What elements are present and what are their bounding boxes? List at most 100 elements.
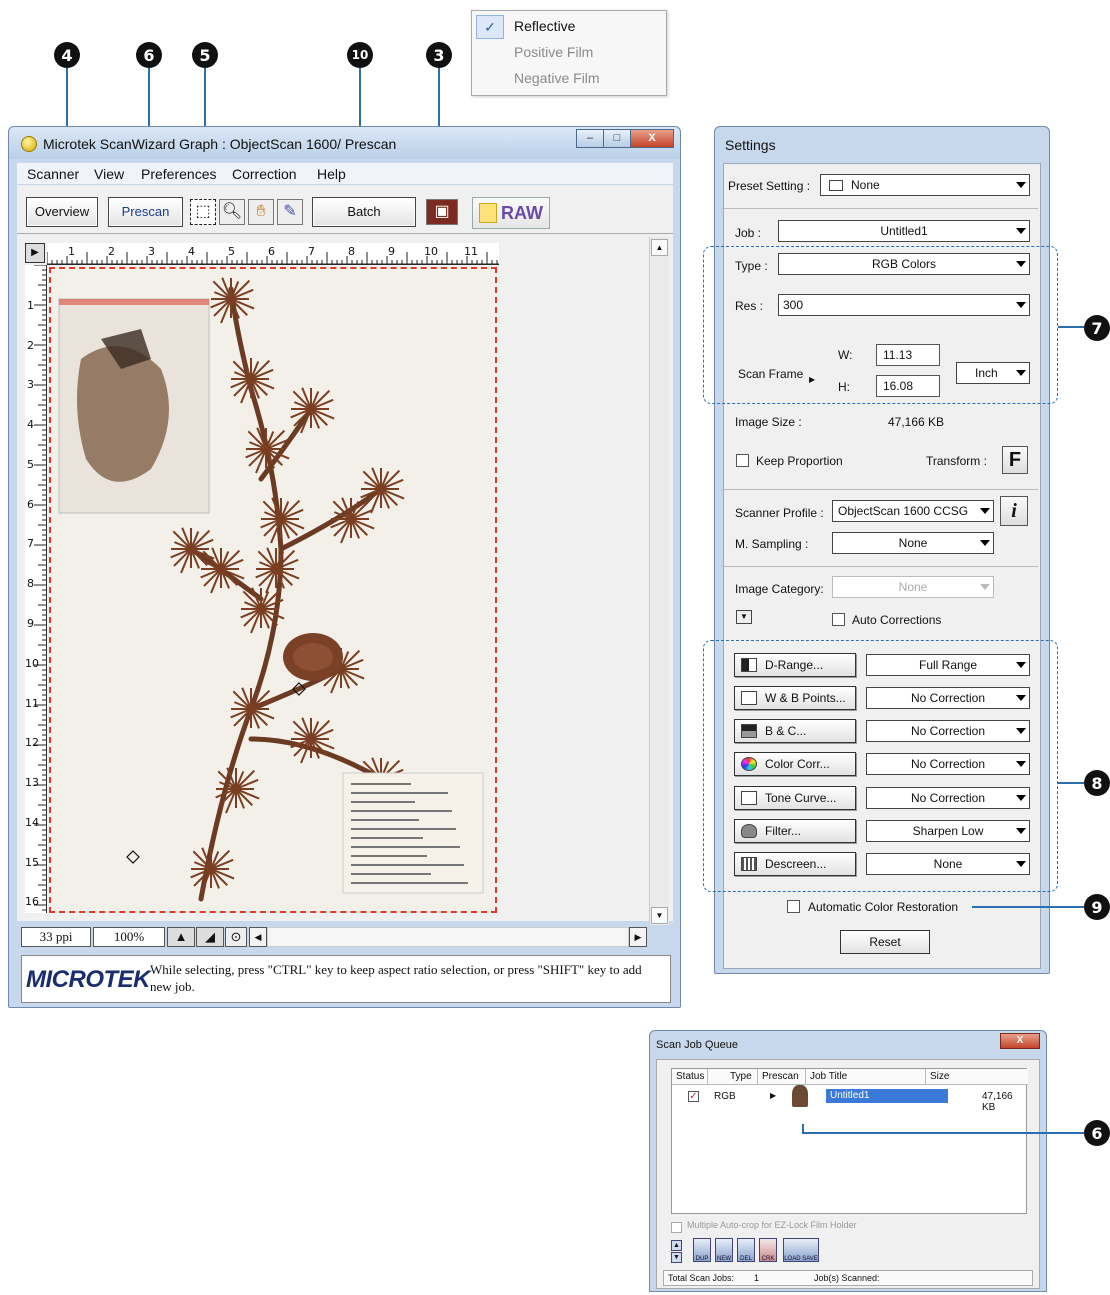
menu-bar: Scanner View Preferences Correction Help [17, 163, 673, 185]
callout-7: 7 [1084, 315, 1110, 341]
callout-10: 10 [347, 42, 373, 68]
load-save-icon[interactable]: LOAD SAVE [783, 1238, 819, 1262]
menu-view[interactable]: View [94, 166, 124, 182]
move-up-icon[interactable]: ▲ [671, 1240, 682, 1251]
scanner-profile-label: Scanner Profile : [735, 506, 824, 520]
multi-autocrop-label: Multiple Auto-crop for EZ-Lock Film Hold… [687, 1220, 857, 1230]
preset-setting-label: Preset Setting : [728, 179, 811, 193]
job-status-checkbox[interactable]: ✓ [688, 1091, 699, 1102]
multi-autocrop-checkbox[interactable] [671, 1222, 682, 1233]
close-button[interactable]: X [630, 129, 674, 148]
scan-job-queue-body: Status Type Prescan Job Title Size ✓ RGB… [656, 1059, 1040, 1289]
move-down-icon[interactable]: ▼ [671, 1252, 682, 1263]
app-icon [21, 136, 37, 152]
resolution-display: 33 ppi [21, 927, 91, 947]
callout-6-queue: 6 [1084, 1120, 1110, 1146]
column-size[interactable]: Size [926, 1069, 1028, 1085]
transform-label: Transform : [926, 454, 987, 468]
menu-item-reflective[interactable]: ✓ Reflective [472, 13, 666, 39]
scroll-right-button[interactable]: ▶ [629, 927, 647, 947]
callout-4: 4 [54, 42, 80, 68]
auto-corrections-label: Auto Corrections [852, 613, 942, 627]
ruler-corner-button[interactable]: ▶ [25, 243, 45, 263]
job-title-cell[interactable]: Untitled1 [826, 1089, 948, 1103]
callout-9: 9 [1084, 894, 1110, 920]
horizontal-scrollbar[interactable] [267, 927, 629, 947]
callout-5: 5 [192, 42, 218, 68]
expand-arrow-icon[interactable]: ▶ [770, 1091, 776, 1100]
media-type-menu: ✓ Reflective Positive Film Negative Film [471, 10, 667, 96]
main-window: Microtek ScanWizard Graph : ObjectScan 1… [8, 126, 681, 1008]
overview-button[interactable]: Overview [26, 197, 98, 227]
menu-item-positive-film[interactable]: Positive Film [472, 39, 666, 65]
folder-icon [829, 180, 843, 191]
menu-item-negative-film[interactable]: Negative Film [472, 65, 666, 91]
crk-icon[interactable]: CRK [759, 1238, 777, 1262]
auto-corrections-checkbox[interactable] [832, 613, 845, 626]
vertical-ruler: 1 2 3 4 5 6 7 8 9 10 11 12 13 14 15 16 [25, 265, 47, 913]
selection-tool-icon[interactable]: ⬚ [190, 199, 216, 225]
image-category-dropdown[interactable]: None [832, 576, 994, 598]
status-bar: MICROTEK While selecting, press "CTRL" k… [21, 955, 671, 1003]
scan-job-queue-window: Scan Job Queue X Status Type Prescan Job… [649, 1030, 1047, 1292]
reset-button[interactable]: Reset [840, 930, 930, 954]
auto-color-restoration-checkbox[interactable] [787, 900, 800, 913]
scanner-source-icon[interactable]: ▣ [426, 199, 458, 225]
column-job-title[interactable]: Job Title [806, 1069, 926, 1085]
check-icon: ✓ [476, 15, 504, 39]
menu-scanner[interactable]: Scanner [27, 166, 79, 182]
transform-button[interactable]: F [1002, 446, 1028, 474]
callout-box-8 [703, 640, 1058, 892]
new-icon[interactable]: NEW [715, 1238, 733, 1262]
minimize-button[interactable]: – [576, 129, 604, 148]
prescan-preview-image[interactable] [49, 267, 497, 913]
queue-status-bar: Total Scan Jobs: 1 Job(s) Scanned: [663, 1270, 1033, 1286]
prescan-button[interactable]: Prescan [108, 197, 183, 227]
callout-3: 3 [426, 42, 452, 68]
prescan-thumbnail [792, 1085, 808, 1107]
status-row: 33 ppi 100% ▲ ◢ ⊙ ◀ ▶ [21, 927, 651, 947]
histogram-alt-icon[interactable]: ◢ [196, 927, 224, 947]
column-status[interactable]: Status [672, 1069, 708, 1085]
dup-icon[interactable]: DUP [693, 1238, 711, 1262]
column-type[interactable]: Type [708, 1069, 758, 1085]
keep-proportion-checkbox[interactable] [736, 454, 749, 467]
callout-8: 8 [1084, 770, 1110, 796]
job-label: Job : [735, 226, 762, 240]
status-hint-text: While selecting, press "CTRL" key to kee… [150, 962, 642, 994]
scroll-left-button[interactable]: ◀ [249, 927, 267, 947]
column-prescan[interactable]: Prescan [758, 1069, 806, 1085]
histogram-icon[interactable]: ▲ [167, 927, 195, 947]
target-icon[interactable]: ⊙ [225, 927, 247, 947]
m-sampling-dropdown[interactable]: None [832, 532, 994, 554]
vertical-scrollbar[interactable]: ▲ ▼ [649, 237, 669, 925]
scanner-profile-dropdown[interactable]: ObjectScan 1600 CCSG [832, 500, 994, 522]
menu-help[interactable]: Help [317, 166, 346, 182]
m-sampling-label: M. Sampling : [735, 537, 809, 551]
maximize-button[interactable]: □ [603, 129, 631, 148]
info-button[interactable]: i [1000, 496, 1028, 526]
eyedropper-icon[interactable]: ✎ [277, 199, 303, 225]
keep-proportion-label: Keep Proportion [756, 454, 843, 468]
menu-preferences[interactable]: Preferences [141, 166, 216, 182]
title-bar: Microtek ScanWizard Graph : ObjectScan 1… [9, 127, 680, 159]
raw-button[interactable]: RAW [472, 197, 550, 229]
batch-button[interactable]: Batch [312, 197, 416, 227]
queue-close-button[interactable]: X [1000, 1033, 1040, 1049]
menu-correction[interactable]: Correction [232, 166, 297, 182]
collapse-toggle-icon[interactable]: ▼ [736, 610, 752, 624]
microtek-logo: MICROTEK [26, 966, 151, 993]
magnifier-icon[interactable]: 🔍︎ [219, 199, 245, 225]
del-icon[interactable]: DEL [737, 1238, 755, 1262]
callout-6: 6 [136, 42, 162, 68]
job-dropdown[interactable]: Untitled1 [778, 220, 1030, 242]
raw-document-icon [479, 203, 497, 223]
image-category-label: Image Category: [735, 582, 824, 596]
auto-color-restoration-label: Automatic Color Restoration [808, 900, 959, 914]
horizontal-ruler: 1 2 3 4 5 6 7 8 9 10 11 [47, 243, 499, 265]
scan-job-queue-title: Scan Job Queue [656, 1039, 738, 1051]
window-title: Microtek ScanWizard Graph : ObjectScan 1… [43, 136, 397, 152]
hand-tool-icon[interactable]: ✋︎ [248, 199, 274, 225]
image-size-label: Image Size : [735, 415, 802, 429]
preset-setting-dropdown[interactable]: None [820, 174, 1030, 196]
